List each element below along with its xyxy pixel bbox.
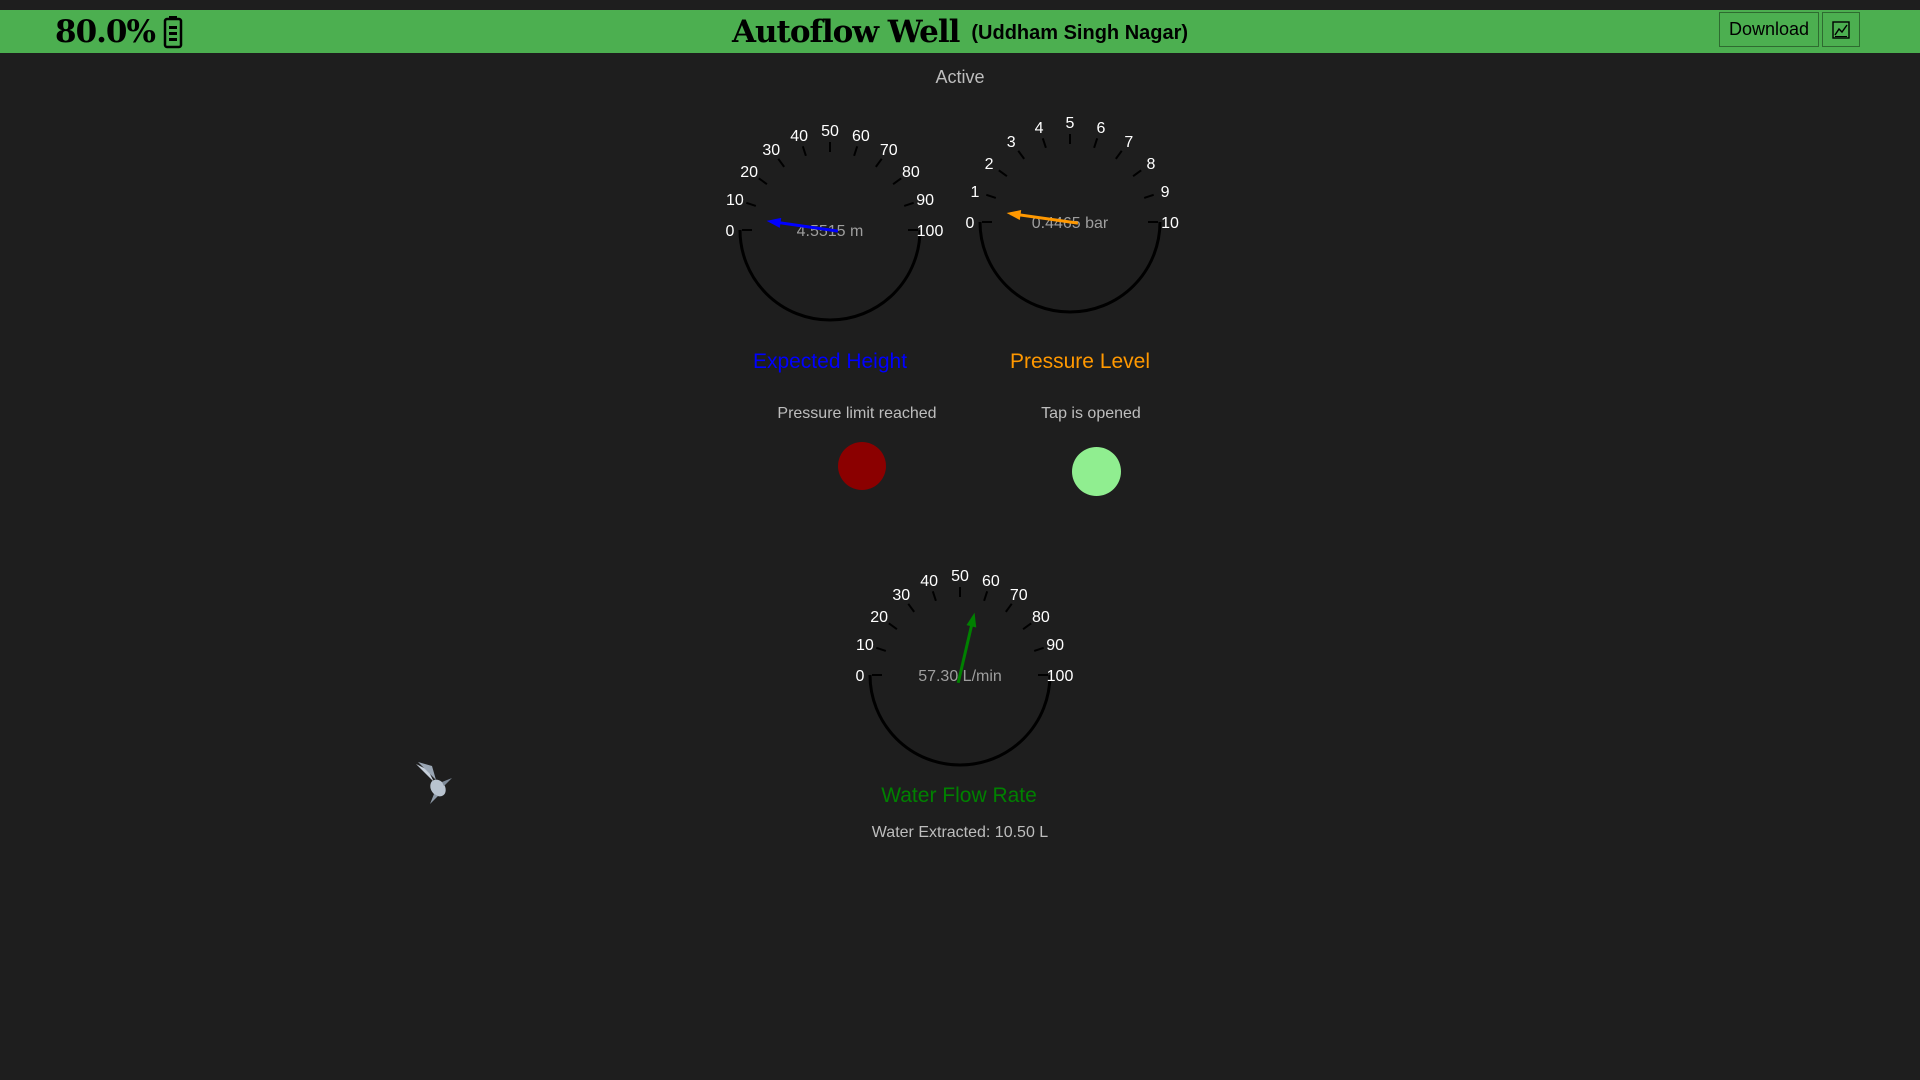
gauge-tick [875,158,883,168]
gauge-tick-label: 3 [1007,134,1016,151]
gauge-tick-label: 50 [821,123,839,140]
gauge-tick-label: 100 [1047,668,1074,685]
water-extracted: Water Extracted: 10.50 L [871,824,1049,841]
gauge-tick-label: 50 [951,568,969,585]
gauge-tick [985,193,997,199]
gauge-tick-label: 8 [1146,156,1155,173]
gauge-tick-label: 4 [1035,120,1044,137]
gauge-tick [1093,137,1099,149]
gauge-tick [888,622,898,630]
gauge-tick [1017,150,1025,160]
gauge-tick-label: 0 [856,668,865,685]
gauge-tick-label: 10 [856,637,874,654]
expected-height-gauge: 0 10 20 30 40 50 60 70 80 90 100 4.5515 m [726,120,943,330]
gauge-needle-head [766,217,782,228]
gauge-tick-label: 1 [970,184,979,201]
gauge-tick-label: 90 [916,192,934,209]
gauge-tick-label: 5 [1066,115,1075,132]
gauge-tick-label: 10 [1161,215,1179,232]
gauge-needle-head [1006,210,1022,220]
app-title: Autoflow Well [731,13,960,50]
gauge-svg: 010203040 50 6070809010057.30 L/min [856,568,1073,767]
gauge-tick-label: 90 [1046,637,1064,654]
download-button[interactable]: Download [1719,12,1819,47]
gauge-arc [738,229,922,322]
gauge-tick [998,169,1008,177]
gauge-tick [853,145,859,157]
hummingbird-icon [416,762,452,804]
gauge-arc [978,221,1162,314]
gauge-tick [875,646,887,652]
gauge-tick-label: 10 [726,192,744,209]
gauge-tick-label: 70 [1010,587,1028,604]
gauge-tick-label: 80 [902,164,920,181]
pressure-limit-indicator [838,442,886,490]
gauge-tick-label: 2 [985,156,994,173]
gauge-tick-label: 6 [1096,120,1105,137]
system-status: Active [935,67,985,87]
gauge-tick [892,177,902,185]
gauge-tick-label: 30 [892,587,910,604]
gauge-tick-label: 40 [920,573,938,590]
water-flow-title: Water Flow Rate [881,784,1037,807]
gauge-tick-label: 100 [917,223,944,240]
gauge-tick [1132,169,1142,177]
chart-button[interactable] [1822,12,1860,47]
app-header: 80.0% Autoflow Well (Uddham Singh Nagar)… [0,10,1920,53]
gauge-tick-label: 30 [762,142,780,159]
gauge-tick [931,590,937,602]
gauge-tick [758,177,768,185]
gauge-tick [983,590,989,602]
water-flow-gauge: 0 10 20 30 40 50 60 70 80 90 100 57.30 L/min [856,565,1073,775]
gauge-tick-label: 0 [726,223,735,240]
gauge-tick-label: 40 [790,128,808,145]
top-strip [0,0,1920,10]
pressure-limit-label: Pressure limit reached [777,405,937,422]
tap-open-indicator [1072,447,1121,496]
gauge-tick [745,201,757,207]
gauge-tick-label: 60 [982,573,1000,590]
pressure-level-title: Pressure Level [1009,350,1151,373]
gauge-arc [868,674,1052,767]
chart-icon [1832,20,1850,39]
gauge-tick [777,158,785,168]
gauge-tick [903,201,915,207]
gauge-tick-label: 20 [740,164,758,181]
gauge-needle-head [966,612,977,628]
gauge-tick-label: 80 [1032,609,1050,626]
gauge-tick [907,603,915,613]
gauge-tick [1041,137,1047,149]
gauge-tick-label: 70 [880,142,898,159]
gauge-tick [1022,622,1032,630]
gauge-tick [1115,150,1123,160]
title-group: Autoflow Well (Uddham Singh Nagar) [0,10,1920,53]
gauge-tick-label: 0 [966,215,975,232]
gauge-tick-label: 7 [1124,134,1133,151]
pressure-level-gauge: 0 1 2 3 4 5 6 7 8 9 10 0.4465 bar [966,112,1179,322]
app-location: (Uddham Singh Nagar) [971,22,1189,44]
gauge-tick-label: 60 [852,128,870,145]
gauge-tick [1143,193,1155,199]
gauge-svg: 01234 5 6789100.4465 bar [966,115,1179,314]
gauge-tick [1005,603,1013,613]
gauge-tick [1033,646,1045,652]
gauge-tick [801,145,807,157]
gauge-tick-label: 9 [1161,184,1170,201]
gauge-svg: 010203040 50 607080901004.5515 m [726,123,943,322]
tap-status-label: Tap is opened [1041,405,1141,422]
gauge-tick-label: 20 [870,609,888,626]
